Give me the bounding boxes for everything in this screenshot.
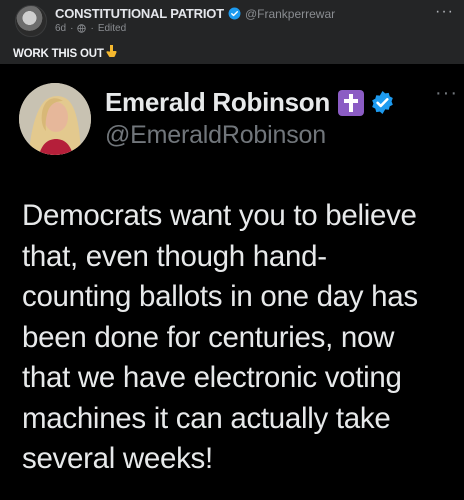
tweet-more-icon: ··· xyxy=(435,82,458,104)
tweet-name-line: Emerald Robinson xyxy=(105,87,395,118)
author-handle[interactable]: @Frankperrewar xyxy=(245,7,335,21)
post-caption: WORK THIS OUT xyxy=(13,45,117,60)
verified-icon xyxy=(372,91,393,114)
meta-separator: · xyxy=(70,23,74,34)
cross-icon xyxy=(337,89,364,116)
author-line: CONSTITUTIONAL PATRIOT @Frankperrewar xyxy=(55,6,335,21)
audience-icon xyxy=(77,24,87,33)
tweet-text-line: that we have electronic voting xyxy=(22,361,402,394)
tweet-author-name[interactable]: Emerald Robinson xyxy=(105,87,330,118)
tweet-text-line: that, even though hand- xyxy=(22,239,327,273)
tweet-text-line: been done for centuries, now xyxy=(22,320,395,354)
caption-text: WORK THIS OUT xyxy=(13,48,104,60)
tweet-text-line: several weeks! xyxy=(22,442,213,475)
tweet-author-handle[interactable]: @EmeraldRobinson xyxy=(105,121,326,150)
post-meta: 6d · · Edited xyxy=(55,23,126,34)
more-options-icon[interactable]: ··· xyxy=(435,3,454,21)
verified-icon xyxy=(228,7,241,20)
tweet-text: Democrats want you to believe that, even… xyxy=(22,196,452,480)
tweet-text-line: counting ballots in one day has xyxy=(22,280,418,313)
embedded-tweet-image[interactable]: Emerald Robinson @EmeraldRobinson ··· De… xyxy=(0,64,464,500)
meta-separator: · xyxy=(90,23,94,34)
tweet-text-line: machines it can actually take xyxy=(22,401,391,435)
post-age[interactable]: 6d xyxy=(55,23,66,34)
edited-label[interactable]: Edited xyxy=(98,23,126,34)
tweet-text-line: Democrats want you to believe xyxy=(22,199,417,232)
author-name[interactable]: CONSTITUTIONAL PATRIOT xyxy=(55,6,224,21)
tweet-author-avatar xyxy=(19,83,91,155)
pointing-down-emoji-icon xyxy=(106,45,117,60)
post-header: CONSTITUTIONAL PATRIOT @Frankperrewar 6d… xyxy=(0,0,464,40)
author-avatar[interactable] xyxy=(15,5,47,37)
